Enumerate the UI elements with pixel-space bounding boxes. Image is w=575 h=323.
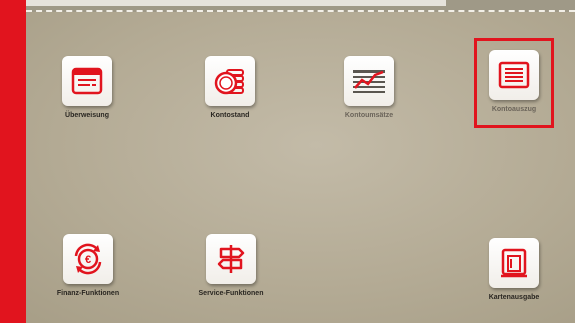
kontoauszug-button[interactable] (489, 50, 539, 100)
top-dashed-divider (26, 10, 575, 12)
finanz-funktionen-button[interactable]: € (63, 234, 113, 284)
statement-list-icon (498, 61, 530, 89)
top-highlight (26, 0, 446, 6)
kartenausgabe-button[interactable] (489, 238, 539, 288)
brand-side-bar (0, 0, 26, 323)
ueberweisung-label: Überweisung (65, 112, 109, 119)
tile-kontoauszug[interactable]: Kontoauszug (479, 50, 549, 113)
ueberweisung-button[interactable] (62, 56, 112, 106)
kartenausgabe-label: Kartenausgabe (488, 294, 540, 301)
signpost-icon (217, 245, 245, 273)
tile-kontoumsaetze[interactable]: Kontoumsätze (334, 56, 404, 119)
finanz-funktionen-label: Finanz-Funktionen (56, 290, 120, 297)
kontostand-button[interactable] (205, 56, 255, 106)
coins-icon (214, 69, 244, 95)
kontoumsaetze-label: Kontoumsätze (344, 112, 394, 119)
trend-chart-icon (353, 70, 385, 93)
tile-service-funktionen[interactable]: Service-Funktionen (189, 234, 273, 297)
transfer-form-icon (71, 67, 103, 95)
card-output-icon (501, 248, 527, 278)
kontoauszug-label: Kontoauszug (491, 106, 537, 113)
kontostand-label: Kontostand (210, 112, 250, 119)
tile-kontostand[interactable]: Kontostand (195, 56, 265, 119)
service-funktionen-label: Service-Funktionen (198, 290, 264, 297)
service-funktionen-button[interactable] (206, 234, 256, 284)
euro-cycle-icon: € (74, 243, 102, 275)
kontoumsaetze-button[interactable] (344, 56, 394, 106)
tile-kartenausgabe[interactable]: Kartenausgabe (475, 238, 553, 301)
tile-finanz-funktionen[interactable]: € Finanz-Funktionen (48, 234, 128, 297)
svg-text:€: € (85, 254, 91, 266)
tile-ueberweisung[interactable]: Überweisung (52, 56, 122, 119)
